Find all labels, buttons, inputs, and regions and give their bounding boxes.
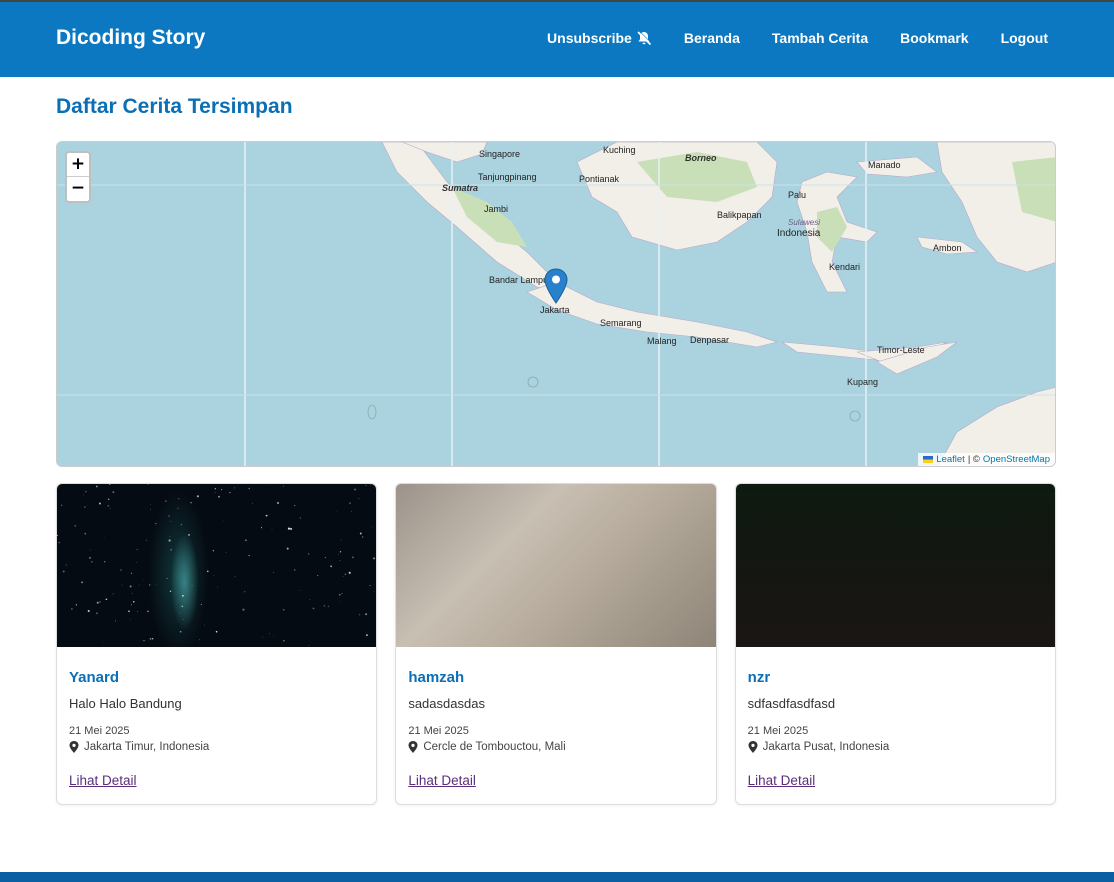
map-label-timor-leste: Timor-Leste bbox=[877, 345, 925, 355]
map-label-semarang: Semarang bbox=[600, 318, 642, 328]
nav-logout[interactable]: Logout bbox=[1001, 30, 1048, 46]
map-marker-icon bbox=[748, 741, 758, 753]
zoom-in-button[interactable]: + bbox=[67, 153, 89, 177]
story-photo bbox=[57, 484, 377, 647]
map-attribution: Leaflet | © OpenStreetMap bbox=[918, 453, 1055, 466]
map-label-malang: Malang bbox=[647, 336, 677, 346]
brand-title[interactable]: Dicoding Story bbox=[56, 26, 205, 50]
story-author: Yanard bbox=[69, 669, 120, 686]
footer bbox=[0, 872, 1114, 882]
nav-tambah-cerita[interactable]: Tambah Cerita bbox=[772, 30, 868, 46]
story-date: 21 Mei 2025 bbox=[747, 725, 809, 737]
openstreetmap-link[interactable]: OpenStreetMap bbox=[983, 454, 1050, 465]
story-date: 21 Mei 2025 bbox=[69, 725, 130, 737]
nav-unsubscribe[interactable]: Unsubscribe bbox=[547, 30, 652, 46]
story-detail-link[interactable]: Lihat Detail bbox=[408, 773, 476, 788]
story-location: Cercle de Tombouctou, Mali bbox=[408, 741, 566, 753]
map-label-denpasar: Denpasar bbox=[690, 335, 730, 345]
map-label-kuching: Kuching bbox=[603, 145, 636, 155]
map-label-pontianak: Pontianak bbox=[579, 174, 620, 184]
story-detail-link[interactable]: Lihat Detail bbox=[748, 773, 816, 788]
map-pin-icon[interactable] bbox=[544, 268, 568, 304]
story-description: Halo Halo Bandung bbox=[69, 696, 182, 711]
story-author: nzr bbox=[747, 669, 771, 686]
leaflet-link[interactable]: Leaflet bbox=[936, 454, 965, 465]
zoom-out-button[interactable]: − bbox=[67, 177, 89, 201]
story-description: sdfasdfasdfasd bbox=[747, 696, 836, 711]
map-label-manado: Manado bbox=[868, 160, 901, 170]
story-photo bbox=[396, 484, 716, 647]
story-detail-link[interactable]: Lihat Detail bbox=[69, 773, 137, 788]
attribution-separator: | © bbox=[967, 454, 980, 465]
map-marker-icon bbox=[408, 741, 418, 753]
map-label-kupang: Kupang bbox=[847, 377, 879, 387]
story-card: hamzah sadasdasdas 21 Mei 2025 Cercle de… bbox=[395, 483, 717, 805]
map-label-singapore: Singapore bbox=[479, 149, 521, 159]
story-location-text: Cercle de Tombouctou, Mali bbox=[423, 741, 566, 753]
ukraine-flag-icon bbox=[923, 456, 934, 463]
map-label-jakarta: Jakarta bbox=[540, 305, 570, 315]
story-photo bbox=[735, 484, 1055, 647]
map-label-palu: Palu bbox=[788, 190, 807, 200]
map-label-indonesia: Indonesia bbox=[777, 228, 821, 239]
story-map[interactable]: Singapore Kuching Borneo Manado Sumatra … bbox=[56, 141, 1056, 467]
page-title: Daftar Cerita Tersimpan bbox=[56, 95, 293, 118]
story-date: 21 Mei 2025 bbox=[408, 725, 469, 737]
story-location-text: Jakarta Pusat, Indonesia bbox=[762, 741, 890, 753]
map-label-kendari: Kendari bbox=[829, 262, 861, 272]
star-texture bbox=[57, 484, 377, 646]
zoom-control: + − bbox=[65, 151, 91, 203]
map-marker-icon bbox=[69, 741, 79, 753]
story-card: Yanard Halo Halo Bandung 21 Mei 2025 Jak… bbox=[56, 483, 378, 805]
story-author: hamzah bbox=[408, 669, 465, 686]
story-location: Jakarta Pusat, Indonesia bbox=[748, 741, 890, 753]
nav-bookmark[interactable]: Bookmark bbox=[900, 30, 968, 46]
story-location-text: Jakarta Timur, Indonesia bbox=[84, 741, 210, 753]
nav-unsubscribe-label: Unsubscribe bbox=[547, 30, 632, 46]
map-label-balikpapan: Balikpapan bbox=[717, 210, 762, 220]
navbar: Dicoding Story Unsubscribe Beranda Tamba… bbox=[0, 2, 1114, 77]
nav-beranda[interactable]: Beranda bbox=[684, 30, 740, 46]
main-nav: Unsubscribe Beranda Tambah Cerita Bookma… bbox=[547, 30, 1048, 46]
map-label-borneo: Borneo bbox=[685, 153, 717, 163]
story-list: Yanard Halo Halo Bandung 21 Mei 2025 Jak… bbox=[56, 483, 1056, 805]
map-label-jambi: Jambi bbox=[484, 204, 509, 214]
bell-slash-icon bbox=[637, 30, 652, 46]
story-description: sadasdasdas bbox=[408, 696, 485, 711]
story-card: nzr sdfasdfasdfasd 21 Mei 2025 Jakarta P… bbox=[734, 483, 1056, 805]
map-label-sumatra: Sumatra bbox=[442, 183, 479, 193]
story-location: Jakarta Timur, Indonesia bbox=[69, 741, 209, 753]
map-label-ambon: Ambon bbox=[933, 243, 962, 253]
map-label-sulawesi: Sulawesi bbox=[788, 218, 821, 227]
map-label-tanjungpinang: Tanjungpinang bbox=[478, 172, 537, 182]
